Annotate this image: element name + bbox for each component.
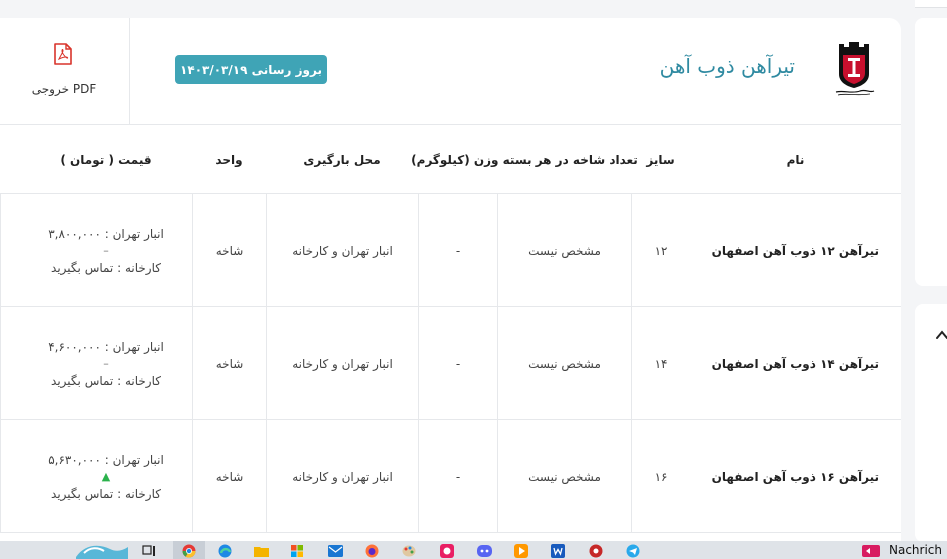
product-count: مشخص نیست (497, 420, 631, 533)
column-header-loading[interactable]: محل بارگیری (266, 125, 418, 194)
table-row[interactable]: تیرآهن ۱۴ ذوب آهن اصفهان ۱۴ مشخص نیست - … (0, 307, 901, 420)
product-count: مشخص نیست (497, 194, 631, 307)
dolphin-widget-icon[interactable] (74, 541, 130, 559)
mail-icon[interactable] (328, 545, 343, 557)
page-title: تیرآهن ذوب آهن (659, 54, 795, 78)
telegram-icon[interactable] (626, 544, 640, 558)
product-loading: انبار تهران و کارخانه (266, 194, 418, 307)
product-loading: انبار تهران و کارخانه (266, 307, 418, 420)
column-header-size[interactable]: سایز (631, 125, 690, 194)
product-name[interactable]: تیرآهن ۱۶ ذوب آهن اصفهان (690, 420, 901, 533)
product-unit: شاخه (192, 194, 266, 307)
file-explorer-icon[interactable] (254, 545, 269, 557)
product-size: ۱۲ (631, 194, 690, 307)
store-icon[interactable] (291, 545, 303, 557)
media-player-icon[interactable] (514, 544, 528, 558)
card-header: خروجی PDF بروز رسانی ۱۴۰۳/۰۳/۱۹ تیرآهن ذ… (0, 18, 901, 125)
product-name[interactable]: تیرآهن ۱۲ ذوب آهن اصفهان (690, 194, 901, 307)
product-price: انبار تهران : ۴,۶۰۰,۰۰۰ – کارخانه : تماس… (20, 307, 192, 420)
notification-text[interactable]: Nachrich (889, 543, 942, 557)
product-loading: انبار تهران و کارخانه (266, 420, 418, 533)
chevron-up-icon[interactable] (935, 328, 947, 342)
windows-taskbar (0, 541, 947, 559)
product-unit: شاخه (192, 307, 266, 420)
discord-icon[interactable] (477, 544, 492, 558)
column-header-unit[interactable]: واحد (192, 125, 266, 194)
photos-icon[interactable] (440, 544, 454, 558)
notification-icon[interactable] (860, 543, 882, 558)
product-price: انبار تهران : ۵,۶۳۰,۰۰۰ ▲ کارخانه : تماس… (20, 420, 192, 533)
product-unit: شاخه (192, 420, 266, 533)
firefox-icon[interactable] (365, 544, 379, 558)
product-price-card: خروجی PDF بروز رسانی ۱۴۰۳/۰۳/۱۹ تیرآهن ذ… (0, 18, 901, 541)
product-weight: - (418, 307, 497, 420)
price-factory: کارخانه : تماس بگیرید (51, 260, 161, 275)
table-row[interactable]: تیرآهن ۱۲ ذوب آهن اصفهان ۱۲ مشخص نیست - … (0, 194, 901, 307)
pdf-export-button[interactable]: خروجی PDF (0, 18, 130, 125)
price-warehouse: انبار تهران : ۴,۶۰۰,۰۰۰ (48, 339, 164, 354)
product-weight: - (418, 420, 497, 533)
edge-icon[interactable] (218, 544, 232, 558)
column-header-price[interactable]: قیمت ( تومان ) (20, 125, 192, 194)
column-header-count[interactable]: تعداد شاخه در هر بسته وزن (کیلوگرم) (411, 125, 638, 194)
price-factory: کارخانه : تماس بگیرید (51, 486, 161, 501)
product-name[interactable]: تیرآهن ۱۴ ذوب آهن اصفهان (690, 307, 901, 420)
product-size: ۱۴ (631, 307, 690, 420)
paint-icon[interactable] (402, 544, 416, 558)
table-row[interactable]: تیرآهن ۱۶ ذوب آهن اصفهان ۱۶ مشخص نیست - … (0, 420, 901, 533)
word-icon[interactable] (551, 544, 565, 558)
product-size: ۱۶ (631, 420, 690, 533)
price-trend-up-icon: ▲ (101, 469, 111, 483)
price-trend-neutral-icon: – (103, 356, 109, 370)
side-panel (915, 18, 947, 286)
price-trend-neutral-icon: – (103, 243, 109, 257)
side-panel-top-edge (915, 0, 947, 8)
column-header-name[interactable]: نام (690, 125, 901, 194)
price-factory: کارخانه : تماس بگیرید (51, 373, 161, 388)
esfahan-steel-logo-icon (835, 42, 875, 96)
row-edge (0, 194, 20, 307)
product-price: انبار تهران : ۳,۸۰۰,۰۰۰ – کارخانه : تماس… (20, 194, 192, 307)
price-warehouse: انبار تهران : ۵,۶۳۰,۰۰۰ (48, 452, 164, 467)
price-warehouse: انبار تهران : ۳,۸۰۰,۰۰۰ (48, 226, 164, 241)
task-view-icon[interactable] (142, 545, 156, 557)
pdf-export-label: خروجی PDF (31, 82, 97, 96)
pdf-file-icon (54, 43, 72, 65)
update-date-badge: بروز رسانی ۱۴۰۳/۰۳/۱۹ (175, 55, 327, 84)
row-edge (0, 420, 20, 533)
chrome-icon[interactable] (182, 544, 196, 558)
product-count: مشخص نیست (497, 307, 631, 420)
product-weight: - (418, 194, 497, 307)
app-icon[interactable] (589, 544, 603, 558)
table-header: نام سایز تعداد شاخه در هر بسته وزن (کیلو… (0, 125, 901, 194)
row-edge (0, 307, 20, 420)
